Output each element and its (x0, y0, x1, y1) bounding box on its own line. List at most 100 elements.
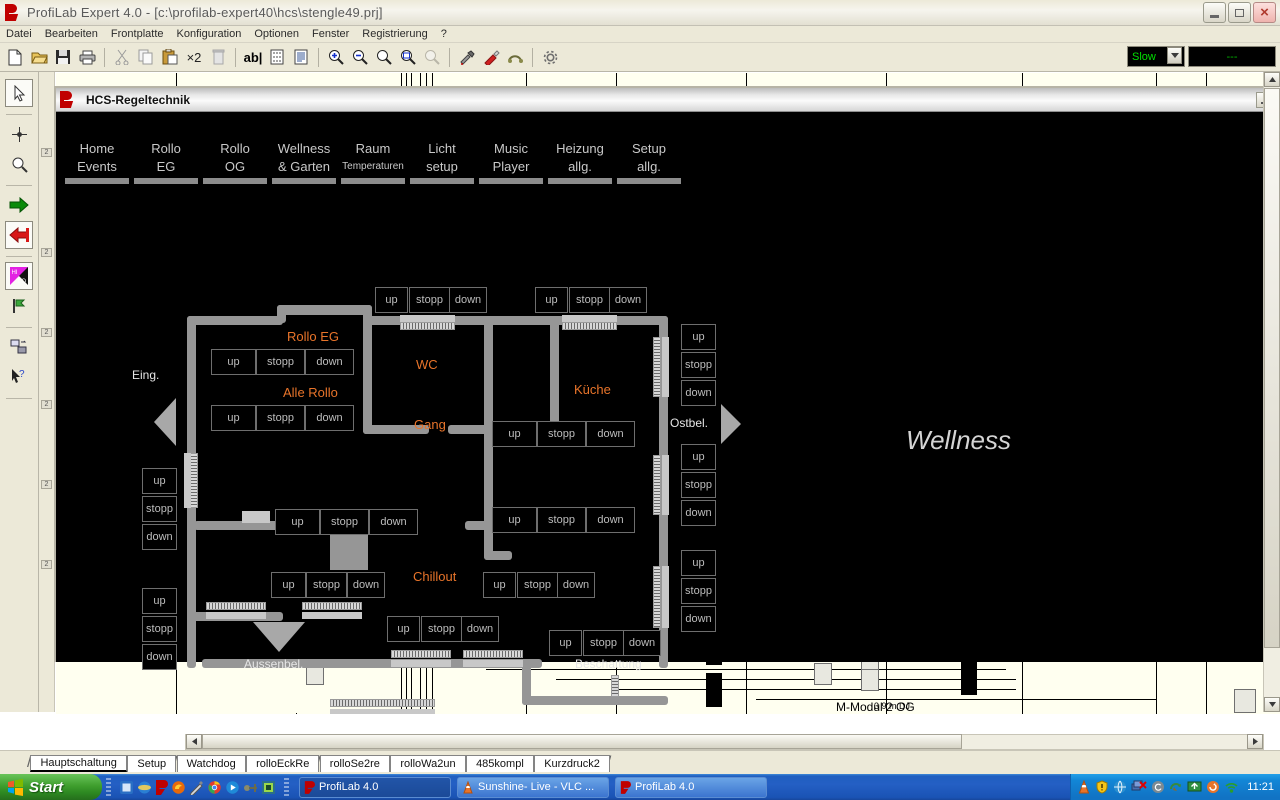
tools-icon[interactable] (455, 45, 479, 69)
tab-rollose2re[interactable]: rolloSe2re (319, 754, 390, 772)
button-up[interactable]: up (142, 588, 177, 614)
menu-item-konfiguration[interactable]: Konfiguration (177, 28, 242, 40)
new-file-icon[interactable] (3, 45, 27, 69)
taskbar-grip[interactable] (106, 778, 111, 796)
hi-lo-icon[interactable]: HI LO (5, 262, 33, 290)
button-down[interactable]: down (586, 421, 635, 447)
green-flag-icon[interactable] (5, 292, 33, 320)
canvas-hscrollbar[interactable] (185, 734, 1264, 750)
button-up[interactable]: up (271, 572, 306, 598)
duplicate-x2-icon[interactable]: ×2 (182, 45, 206, 69)
button-down[interactable]: down (586, 507, 635, 533)
button-down[interactable]: down (449, 287, 487, 313)
menu-item-help[interactable]: ? (441, 28, 447, 40)
button-up[interactable]: up (492, 421, 537, 447)
tab-kurzdruck2[interactable]: Kurzdruck2 (534, 754, 610, 772)
tab-485kompl[interactable]: 485kompl (466, 754, 534, 772)
print-icon[interactable] (75, 45, 99, 69)
speed-dropdown-arrow[interactable] (1167, 47, 1182, 64)
button-down[interactable]: down (369, 509, 418, 535)
ostbel-arrow-icon[interactable] (721, 404, 741, 444)
button-up[interactable]: up (681, 550, 716, 576)
button-down[interactable]: down (305, 405, 354, 431)
button-up[interactable]: up (492, 507, 537, 533)
menu-item-fenster[interactable]: Fenster (312, 28, 349, 40)
text-abl-icon[interactable]: ab| (241, 45, 265, 69)
taskbar-grip[interactable] (284, 778, 289, 796)
button-up[interactable]: up (142, 468, 177, 494)
button-down[interactable]: down (557, 572, 595, 598)
button-up[interactable]: up (681, 324, 716, 350)
scroll-thumb[interactable] (202, 734, 962, 749)
button-stopp[interactable]: stopp (142, 496, 177, 522)
cut-scissors-icon[interactable] (110, 45, 134, 69)
menu-item-datei[interactable]: Datei (6, 28, 32, 40)
button-up[interactable]: up (387, 616, 420, 642)
button-up[interactable]: up (211, 349, 256, 375)
menu-item-bearbeiten[interactable]: Bearbeiten (45, 28, 98, 40)
list-icon[interactable] (289, 45, 313, 69)
button-down[interactable]: down (681, 380, 716, 406)
tab-setup[interactable]: Setup (127, 754, 177, 772)
button-stopp[interactable]: stopp (681, 578, 716, 604)
grid-icon[interactable] (265, 45, 289, 69)
zoom-fit-icon[interactable] (396, 45, 420, 69)
scroll-thumb[interactable] (1264, 88, 1280, 648)
button-up[interactable]: up (275, 509, 320, 535)
button-stopp[interactable]: stopp (142, 616, 177, 642)
button-stopp[interactable]: stopp (537, 421, 586, 447)
delete-trash-icon[interactable] (206, 45, 230, 69)
start-button[interactable]: Start (0, 774, 102, 800)
taskbar-item-vlc[interactable]: Sunshine- Live - VLC ... (457, 776, 609, 798)
button-stopp[interactable]: stopp (583, 630, 624, 656)
taskbar-item-profilab-2[interactable]: ProfiLab 4.0 (615, 776, 767, 798)
button-down[interactable]: down (681, 500, 716, 526)
tab-watchdog[interactable]: Watchdog (176, 754, 246, 772)
aussenbel-arrow-icon[interactable] (253, 622, 305, 652)
green-arrow-icon[interactable] (5, 191, 33, 219)
tab-rolloeckre[interactable]: rolloEckRe (246, 754, 320, 772)
close-button[interactable]: × (1253, 2, 1276, 23)
wire-icon[interactable] (503, 45, 527, 69)
help-pointer-icon[interactable]: ? (5, 363, 33, 391)
scroll-right-button[interactable] (1247, 734, 1263, 749)
button-stopp[interactable]: stopp (569, 287, 610, 313)
button-down[interactable]: down (347, 572, 385, 598)
button-stopp[interactable]: stopp (421, 616, 462, 642)
eingang-arrow-icon[interactable] (154, 398, 176, 446)
button-up[interactable]: up (483, 572, 516, 598)
button-down[interactable]: down (305, 349, 354, 375)
button-stopp[interactable]: stopp (517, 572, 558, 598)
button-up[interactable]: up (211, 405, 256, 431)
button-up[interactable]: up (375, 287, 408, 313)
scroll-up-button[interactable] (1264, 72, 1280, 87)
scroll-left-button[interactable] (186, 734, 202, 749)
scroll-down-button[interactable] (1264, 697, 1280, 712)
copy-icon[interactable] (134, 45, 158, 69)
button-down[interactable]: down (623, 630, 661, 656)
zoom-normal-icon[interactable] (372, 45, 396, 69)
taskbar-clock[interactable]: 11:21 (1247, 781, 1274, 793)
button-stopp[interactable]: stopp (681, 472, 716, 498)
open-folder-icon[interactable] (27, 45, 51, 69)
stack-windows-icon[interactable] (5, 333, 33, 361)
pointer-icon[interactable] (5, 79, 33, 107)
red-arrow-icon[interactable] (5, 221, 33, 249)
button-up[interactable]: up (549, 630, 582, 656)
button-stopp[interactable]: stopp (681, 352, 716, 378)
button-down[interactable]: down (461, 616, 499, 642)
canvas-vscrollbar[interactable] (1263, 72, 1280, 712)
button-stopp[interactable]: stopp (256, 405, 305, 431)
button-stopp[interactable]: stopp (320, 509, 369, 535)
magnifier-icon[interactable] (5, 150, 33, 178)
menu-item-frontplatte[interactable]: Frontplatte (111, 28, 164, 40)
settings-gear-icon[interactable] (538, 45, 562, 69)
taskbar-item-profilab-active[interactable]: ProfiLab 4.0 (299, 776, 451, 798)
button-down[interactable]: down (142, 644, 177, 670)
maximize-button[interactable] (1228, 2, 1251, 23)
zoom-in-icon[interactable] (324, 45, 348, 69)
menu-item-registrierung[interactable]: Registrierung (362, 28, 427, 40)
button-stopp[interactable]: stopp (537, 507, 586, 533)
button-stopp[interactable]: stopp (409, 287, 450, 313)
paste-icon[interactable] (158, 45, 182, 69)
